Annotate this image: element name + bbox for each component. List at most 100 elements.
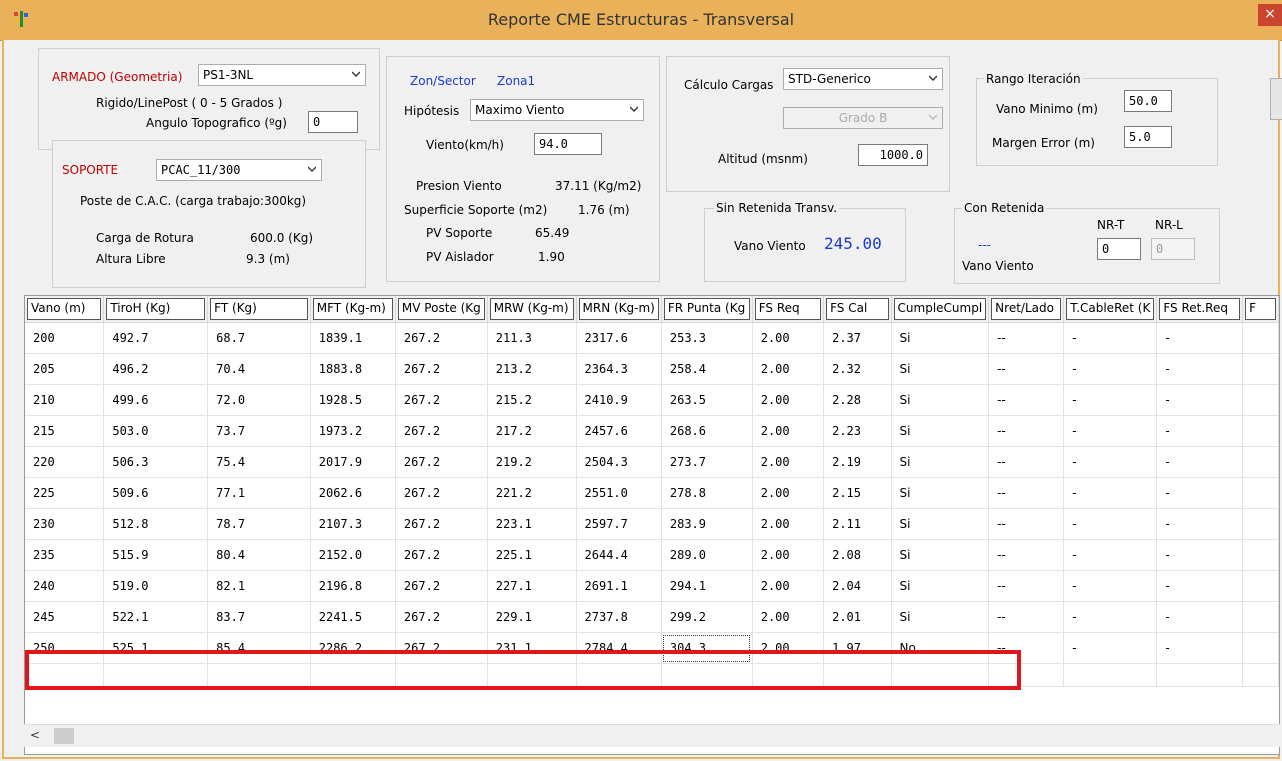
table-cell[interactable]: 230: [25, 508, 105, 540]
table-cell[interactable]: 267.2: [395, 477, 488, 509]
table-cell[interactable]: -: [1063, 384, 1158, 416]
table-cell[interactable]: 503.0: [103, 415, 209, 447]
table-cell[interactable]: 2.11: [823, 508, 892, 540]
table-cell[interactable]: 2.00: [752, 415, 825, 447]
table-cell[interactable]: 2.00: [752, 508, 825, 540]
table-cell[interactable]: 2.00: [752, 477, 825, 509]
table-cell[interactable]: -: [1156, 384, 1244, 416]
table-cell[interactable]: -: [1156, 353, 1244, 385]
table-cell[interactable]: 2317.6: [576, 322, 662, 354]
table-cell[interactable]: --: [988, 384, 1065, 416]
table-cell[interactable]: 492.7: [103, 322, 209, 354]
table-row[interactable]: 205 496.2 70.4 1883.8 267.2 213.2 2364.3 258.4 2…: [25, 353, 1279, 385]
table-cell[interactable]: --: [988, 477, 1065, 509]
table-cell[interactable]: 68.7: [207, 322, 311, 354]
table-cell[interactable]: -: [1063, 446, 1158, 478]
table-cell[interactable]: -: [1156, 570, 1244, 602]
table-cell[interactable]: 2644.4: [576, 539, 662, 571]
table-cell[interactable]: 210: [25, 384, 105, 416]
viento-input[interactable]: 94.0: [534, 133, 602, 155]
table-cell[interactable]: 205: [25, 353, 105, 385]
table-cell[interactable]: Si: [891, 570, 990, 602]
table-cell[interactable]: 2551.0: [576, 477, 662, 509]
table-cell[interactable]: [1242, 508, 1279, 540]
table-cell[interactable]: [1242, 477, 1279, 509]
table-cell[interactable]: 211.3: [487, 322, 577, 354]
table-cell[interactable]: 223.1: [487, 508, 577, 540]
table-cell[interactable]: 258.4: [661, 353, 753, 385]
table-cell[interactable]: 253.3: [661, 322, 753, 354]
table-row[interactable]: 240 519.0 82.1 2196.8 267.2 227.1 2691.1 294.1 2…: [25, 570, 1279, 602]
table-cell[interactable]: 2597.7: [576, 508, 662, 540]
table-row[interactable]: 210 499.6 72.0 1928.5 267.2 215.2 2410.9 263.5 2…: [25, 384, 1279, 416]
table-cell[interactable]: [1242, 601, 1279, 633]
table-cell[interactable]: 267.2: [395, 353, 488, 385]
table-cell[interactable]: 512.8: [103, 508, 209, 540]
table-row[interactable]: 200 492.7 68.7 1839.1 267.2 211.3 2317.6 253.3 2…: [25, 322, 1279, 354]
table-cell[interactable]: --: [988, 353, 1065, 385]
table-row[interactable]: 215 503.0 73.7 1973.2 267.2 217.2 2457.6 268.6 2…: [25, 415, 1279, 447]
side-button[interactable]: [1270, 78, 1282, 120]
table-cell[interactable]: Si: [891, 539, 990, 571]
table-cell[interactable]: 72.0: [207, 384, 311, 416]
table-cell[interactable]: 2152.0: [310, 539, 396, 571]
table-cell[interactable]: 519.0: [103, 570, 209, 602]
table-cell[interactable]: 70.4: [207, 353, 311, 385]
table-cell[interactable]: 1839.1: [310, 322, 396, 354]
table-cell[interactable]: 299.2: [661, 601, 753, 633]
table-cell[interactable]: 2.00: [752, 539, 825, 571]
table-cell[interactable]: 2410.9: [576, 384, 662, 416]
nrt-input[interactable]: 0: [1097, 238, 1141, 260]
table-cell[interactable]: 219.2: [487, 446, 577, 478]
table-cell[interactable]: --: [988, 570, 1065, 602]
scroll-left-arrow-icon[interactable]: <: [30, 728, 40, 742]
table-cell[interactable]: --: [988, 446, 1065, 478]
table-cell[interactable]: -: [1156, 477, 1244, 509]
table-cell[interactable]: 496.2: [103, 353, 209, 385]
table-cell[interactable]: 283.9: [661, 508, 753, 540]
table-cell[interactable]: 263.5: [661, 384, 753, 416]
table-cell[interactable]: [1242, 570, 1279, 602]
table-cell[interactable]: -: [1156, 601, 1244, 633]
table-cell[interactable]: 2.19: [823, 446, 892, 478]
table-cell[interactable]: Si: [891, 477, 990, 509]
table-cell[interactable]: 2.37: [823, 322, 892, 354]
table-cell[interactable]: --: [988, 539, 1065, 571]
table-cell[interactable]: 2017.9: [310, 446, 396, 478]
table-cell[interactable]: 522.1: [103, 601, 209, 633]
table-cell[interactable]: 235: [25, 539, 105, 571]
table-cell[interactable]: Si: [891, 446, 990, 478]
table-row[interactable]: 220 506.3 75.4 2017.9 267.2 219.2 2504.3 273.7 2…: [25, 446, 1279, 478]
table-cell[interactable]: [1242, 446, 1279, 478]
column-header[interactable]: CumpleCumpl: [891, 296, 990, 323]
table-cell[interactable]: --: [988, 322, 1065, 354]
table-cell[interactable]: 509.6: [103, 477, 209, 509]
table-cell[interactable]: 227.1: [487, 570, 577, 602]
column-header[interactable]: MRN (Kg-m): [576, 296, 662, 323]
table-cell[interactable]: 1973.2: [310, 415, 396, 447]
table-cell[interactable]: -: [1156, 539, 1244, 571]
table-row[interactable]: 235 515.9 80.4 2152.0 267.2 225.1 2644.4 289.0 2…: [25, 539, 1279, 571]
table-cell[interactable]: 267.2: [395, 384, 488, 416]
table-cell[interactable]: -: [1156, 508, 1244, 540]
table-cell[interactable]: 83.7: [207, 601, 311, 633]
table-cell[interactable]: --: [988, 601, 1065, 633]
table-row[interactable]: 245 522.1 83.7 2241.5 267.2 229.1 2737.8 299.2 2…: [25, 601, 1279, 633]
table-cell[interactable]: 75.4: [207, 446, 311, 478]
table-cell[interactable]: 2691.1: [576, 570, 662, 602]
table-cell[interactable]: -: [1063, 353, 1158, 385]
vano-min-input[interactable]: 50.0: [1124, 90, 1172, 112]
table-cell[interactable]: 2.00: [752, 384, 825, 416]
hipotesis-select[interactable]: Maximo Viento: [470, 99, 644, 121]
table-cell[interactable]: 225.1: [487, 539, 577, 571]
table-cell[interactable]: 215: [25, 415, 105, 447]
table-cell[interactable]: 267.2: [395, 415, 488, 447]
table-cell[interactable]: --: [988, 415, 1065, 447]
table-cell[interactable]: 2241.5: [310, 601, 396, 633]
table-cell[interactable]: 2457.6: [576, 415, 662, 447]
calculo-select[interactable]: STD-Generico: [783, 68, 943, 90]
table-cell[interactable]: 267.2: [395, 601, 488, 633]
table-cell[interactable]: -: [1063, 632, 1158, 664]
table-cell[interactable]: [1242, 632, 1279, 664]
table-cell[interactable]: -: [1156, 322, 1244, 354]
